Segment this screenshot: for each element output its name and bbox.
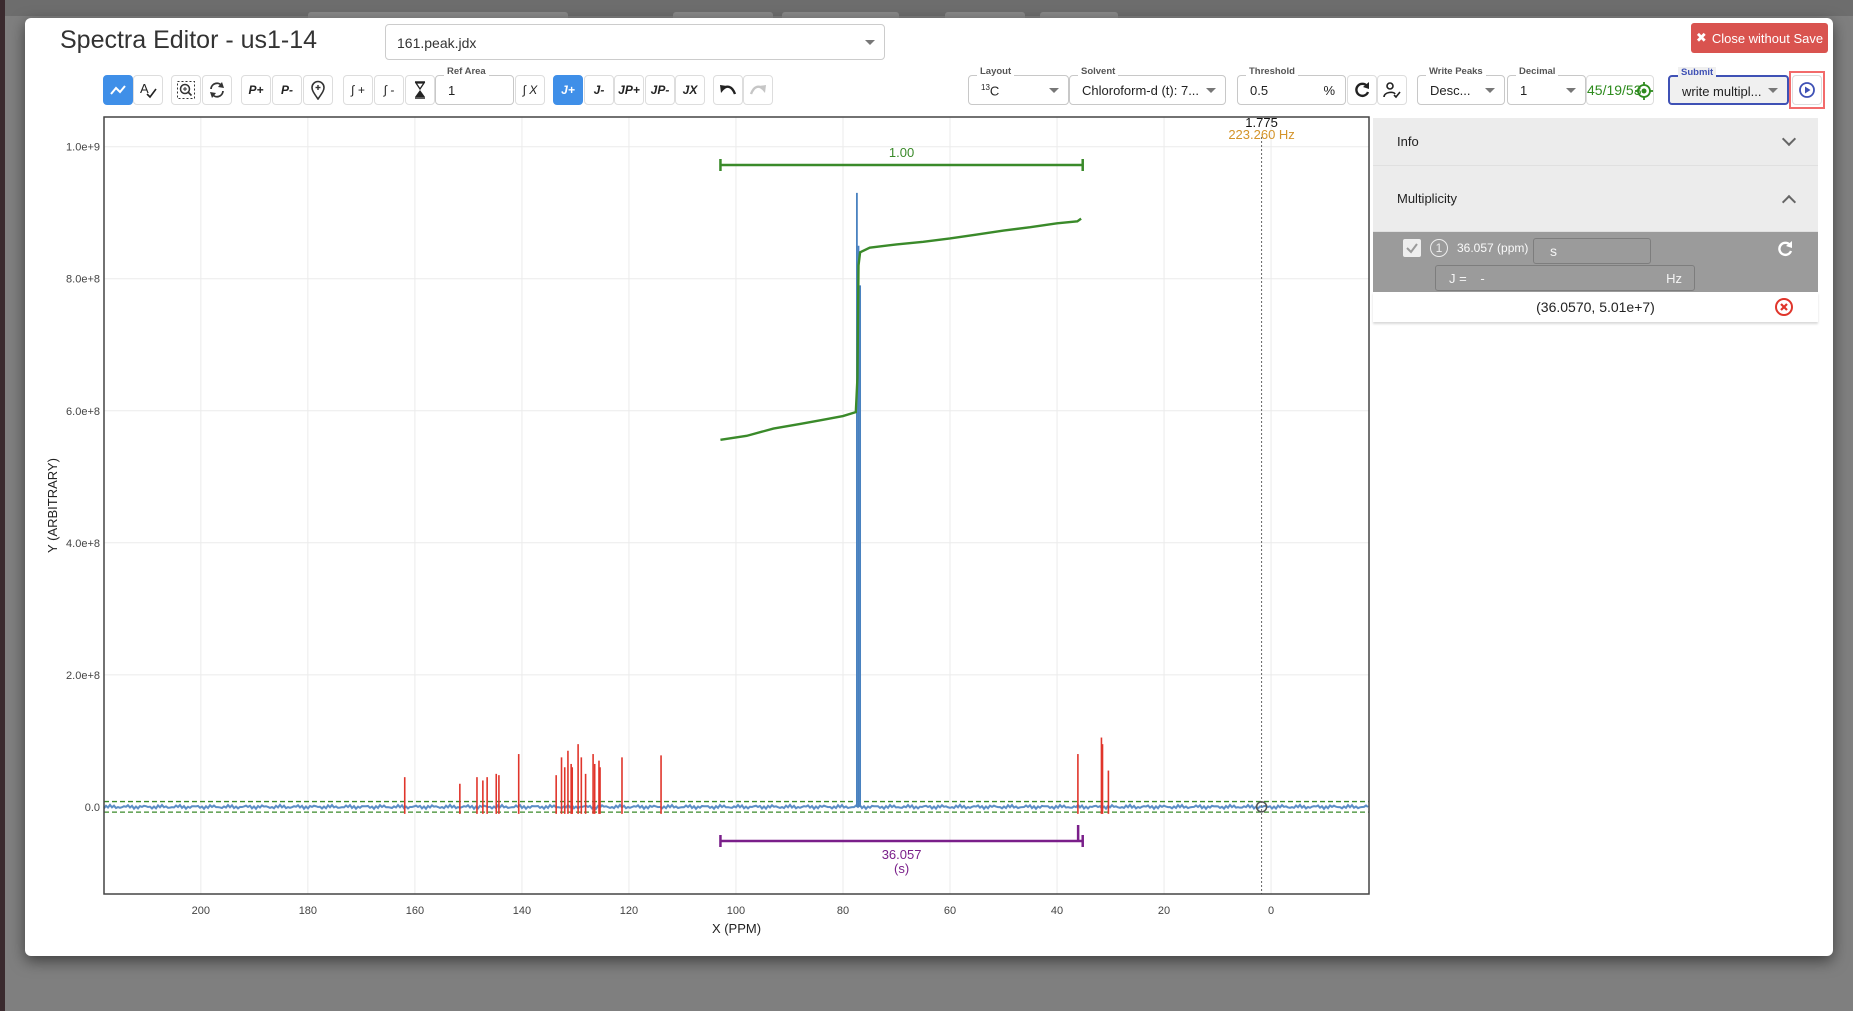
y-tick-label: 4.0e+8 [66, 538, 100, 550]
x-axis: 200 180 160 140 120 100 80 60 40 20 0 [192, 905, 1274, 917]
picked-peaks [403, 737, 1110, 814]
integration-value-label: 1.00 [889, 145, 914, 160]
x-tick-label: 40 [1051, 905, 1063, 917]
cursor-hz-readout: 223.260 Hz [1228, 127, 1295, 142]
x-tick-label: 0 [1268, 905, 1274, 917]
x-tick-label: 140 [513, 905, 531, 917]
multiplet-type-label: (s) [894, 861, 909, 876]
multiplet-center-label: 36.057 [882, 847, 922, 862]
y-axis: 0.0 2.0e+8 4.0e+8 6.0e+8 8.0e+8 1.0e+9 [66, 142, 100, 814]
x-axis-label: X (PPM) [712, 921, 761, 936]
multiplicity-layer [719, 825, 1084, 847]
x-tick-label: 100 [727, 905, 745, 917]
x-tick-label: 160 [406, 905, 424, 917]
y-tick-label: 6.0e+8 [66, 406, 100, 418]
cursor-layer [1255, 137, 1268, 894]
x-tick-label: 60 [944, 905, 956, 917]
chart-grid [104, 117, 1369, 894]
x-tick-label: 200 [192, 905, 210, 917]
y-axis-label: Y (ARBITRARY) [45, 458, 60, 553]
y-tick-label: 0.0 [85, 802, 100, 814]
integration-layer [719, 159, 1084, 442]
x-tick-label: 120 [620, 905, 638, 917]
x-tick-label: 180 [299, 905, 317, 917]
x-tick-label: 80 [837, 905, 849, 917]
plot-frame [103, 116, 1370, 895]
y-tick-label: 2.0e+8 [66, 670, 100, 682]
integration-curve [720, 217, 1082, 442]
y-tick-label: 8.0e+8 [66, 274, 100, 286]
y-tick-label: 1.0e+9 [66, 142, 100, 154]
spectrum-chart[interactable]: 200 180 160 140 120 100 80 60 40 20 0 0.02.0e+84.0… [0, 0, 1853, 1011]
x-tick-label: 20 [1158, 905, 1170, 917]
